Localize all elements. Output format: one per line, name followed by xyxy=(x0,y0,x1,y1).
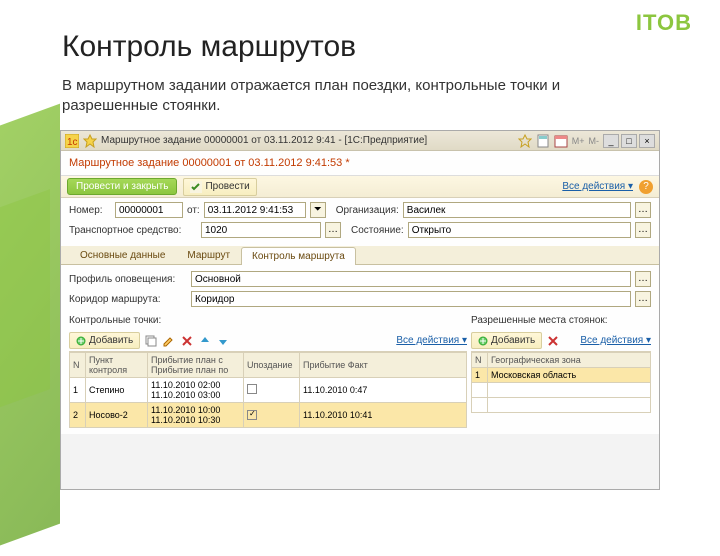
org-label: Организация: xyxy=(336,205,399,216)
checkpoints-title: Контрольные точки: xyxy=(69,315,467,326)
state-label: Состояние: xyxy=(351,225,404,236)
add-checkpoint-button[interactable]: Добавить xyxy=(69,332,140,349)
state-picker-button[interactable]: … xyxy=(635,222,651,238)
slide-title: Контроль маршрутов xyxy=(62,30,356,64)
tab-main[interactable]: Основные данные xyxy=(69,246,176,264)
copy-icon[interactable] xyxy=(144,334,158,348)
checkpoints-panel: Контрольные точки: Добавить Все действия… xyxy=(69,311,467,428)
profile-field[interactable] xyxy=(191,271,631,287)
tab-control[interactable]: Контроль маршрута xyxy=(241,247,356,265)
checkpoints-all-actions[interactable]: Все действия ▾ xyxy=(396,335,467,346)
number-field[interactable] xyxy=(115,202,183,218)
corridor-picker-button[interactable]: … xyxy=(635,291,651,307)
all-actions-link[interactable]: Все действия ▾ xyxy=(562,181,633,192)
late-checkbox[interactable] xyxy=(247,410,257,420)
document-title: Маршрутное задание 00000001 от 03.11.201… xyxy=(61,151,659,176)
moveup-icon[interactable] xyxy=(198,334,212,348)
table-row[interactable] xyxy=(472,383,651,398)
vehicle-label: Транспортное средство: xyxy=(69,225,197,236)
vehicle-picker-button[interactable]: … xyxy=(325,222,341,238)
save-close-button[interactable]: Провести и закрыть xyxy=(67,178,177,195)
table-row[interactable]: 1 Степино 11.10.2010 02:0011.10.2010 03:… xyxy=(70,378,467,403)
svg-text:1c: 1c xyxy=(67,137,78,148)
slide-subtitle: В маршрутном задании отражается план пое… xyxy=(62,76,622,117)
late-checkbox[interactable] xyxy=(247,384,257,394)
col-arrive: Прибытие план с Прибытие план по xyxy=(148,353,244,378)
profile-label: Профиль оповещения: xyxy=(69,274,187,285)
parking-all-actions[interactable]: Все действия ▾ xyxy=(580,335,651,346)
save-button[interactable]: Провести xyxy=(183,178,256,196)
col-point: Пункт контроля xyxy=(86,353,148,378)
table-row[interactable]: 1 Московская область xyxy=(472,368,651,383)
corridor-field[interactable] xyxy=(191,291,631,307)
vehicle-field[interactable] xyxy=(201,222,321,238)
calendar-icon[interactable] xyxy=(554,134,568,148)
date-picker-button[interactable]: ⏷ xyxy=(310,202,326,218)
delete-icon[interactable] xyxy=(546,334,560,348)
parking-table[interactable]: N Географическая зона 1 Московская облас… xyxy=(471,352,651,413)
add-parking-button[interactable]: Добавить xyxy=(471,332,542,349)
col-zone: Географическая зона xyxy=(488,353,651,368)
parking-title: Разрешенные места стоянок: xyxy=(471,315,651,326)
header-fields: Номер: от: ⏷ Организация: … Транспортное… xyxy=(61,198,659,246)
close-button[interactable]: × xyxy=(639,134,655,148)
brand-logo: ITOB xyxy=(636,10,692,36)
app-window: 1c Маршрутное задание 00000001 от 03.11.… xyxy=(60,130,660,490)
calc-icon[interactable] xyxy=(536,134,550,148)
minimize-button[interactable]: _ xyxy=(603,134,619,148)
profile-picker-button[interactable]: … xyxy=(635,271,651,287)
col-fact: Прибытие Факт xyxy=(300,353,467,378)
date-field[interactable] xyxy=(204,202,306,218)
tab-route[interactable]: Маршрут xyxy=(176,246,241,264)
number-label: Номер: xyxy=(69,205,111,216)
star-icon[interactable] xyxy=(83,134,97,148)
help-button[interactable]: ? xyxy=(639,180,653,194)
app-icon: 1c xyxy=(65,134,79,148)
command-bar: Провести и закрыть Провести Все действия… xyxy=(61,176,659,198)
movedown-icon[interactable] xyxy=(216,334,230,348)
titlebar: 1c Маршрутное задание 00000001 от 03.11.… xyxy=(61,131,659,151)
org-field[interactable] xyxy=(403,202,631,218)
corridor-label: Коридор маршрута: xyxy=(69,294,187,305)
tabs: Основные данные Маршрут Контроль маршрут… xyxy=(61,246,659,265)
maximize-button[interactable]: □ xyxy=(621,134,637,148)
favorite-icon[interactable] xyxy=(518,134,532,148)
table-row[interactable]: 2 Носово-2 11.10.2010 10:0011.10.2010 10… xyxy=(70,403,467,428)
checkpoints-table[interactable]: N Пункт контроля Прибытие план с Прибыти… xyxy=(69,352,467,428)
col-late: Uпоздание xyxy=(244,353,300,378)
edit-icon[interactable] xyxy=(162,334,176,348)
org-picker-button[interactable]: … xyxy=(635,202,651,218)
col-n2: N xyxy=(472,353,488,368)
mminus-button[interactable]: M- xyxy=(589,136,600,146)
mplus-button[interactable]: M+ xyxy=(572,136,585,146)
date-label: от: xyxy=(187,205,200,216)
parking-panel: Разрешенные места стоянок: Добавить Все … xyxy=(471,311,651,428)
state-field[interactable] xyxy=(408,222,631,238)
table-row[interactable] xyxy=(472,398,651,413)
window-title: Маршрутное задание 00000001 от 03.11.201… xyxy=(101,135,514,146)
col-n: N xyxy=(70,353,86,378)
delete-icon[interactable] xyxy=(180,334,194,348)
tab-pane-control: Профиль оповещения: … Коридор маршрута: … xyxy=(61,265,659,434)
